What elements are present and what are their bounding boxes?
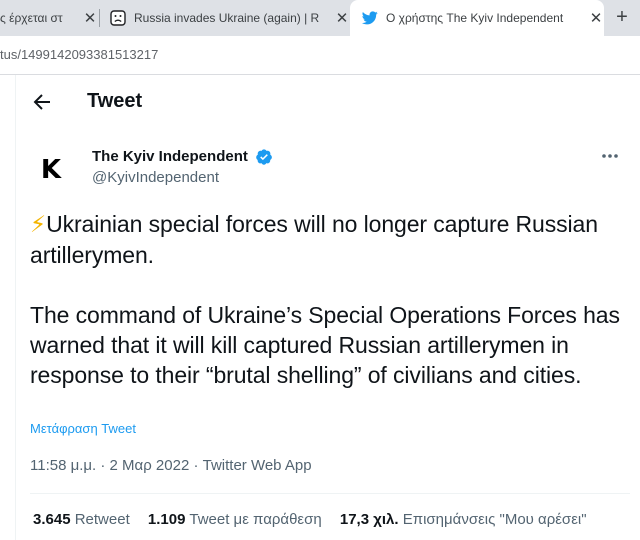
close-icon[interactable]: ✕ <box>334 9 350 27</box>
more-options-icon[interactable] <box>596 146 624 166</box>
tweet-text: ⚡Ukrainian special forces will no longer… <box>30 209 630 390</box>
likes-count: 17,3 χιλ. <box>339 511 399 528</box>
tweet-paragraph-2: The command of Ukraine’s Special Operati… <box>30 302 620 388</box>
retweets-stat[interactable]: 3.645 Retweet <box>33 511 130 528</box>
address-bar[interactable]: tus/1499142093381513217 <box>0 36 640 75</box>
close-icon[interactable]: ✕ <box>82 9 98 27</box>
close-icon[interactable]: ✕ <box>588 9 604 27</box>
page-title: Tweet <box>87 90 143 112</box>
likes-label: Επισημάνσεις "Μου αρέσει" <box>402 511 587 528</box>
browser-tab-strip: ς έρχεται στ ✕ Russia invades Ukraine (a… <box>0 0 640 36</box>
quote-tweets-stat[interactable]: 1.109 Tweet με παράθεση <box>148 511 322 528</box>
frown-face-icon <box>110 10 126 26</box>
author-name[interactable]: The Kyiv Independent <box>92 148 248 165</box>
avatar[interactable]: K <box>27 146 75 194</box>
column-border <box>15 75 16 540</box>
new-tab-button[interactable]: + <box>610 5 634 29</box>
browser-tab-2[interactable]: Russia invades Ukraine (again) | R ✕ <box>100 0 350 36</box>
twitter-bird-icon <box>362 10 378 26</box>
lightning-bolt-icon: ⚡ <box>30 212 47 238</box>
retweets-count: 3.645 <box>33 511 71 528</box>
tab-title: Ο χρήστης The Kyiv Independent <box>386 11 564 25</box>
tab-title: Russia invades Ukraine (again) | R <box>134 11 320 25</box>
author-handle[interactable]: @KyivIndependent <box>92 169 219 186</box>
translate-tweet-link[interactable]: Μετάφραση Tweet <box>30 421 136 436</box>
url-text[interactable]: tus/1499142093381513217 <box>0 44 158 66</box>
likes-stat[interactable]: 17,3 χιλ. Επισημάνσεις "Μου αρέσει" <box>340 511 587 528</box>
browser-tab-active[interactable]: Ο χρήστης The Kyiv Independent ✕ <box>350 0 604 36</box>
quotes-label: Tweet με παράθεση <box>189 511 322 528</box>
browser-tab-1[interactable]: ς έρχεται στ ✕ <box>0 0 98 36</box>
tweet-header: Tweet <box>16 82 636 126</box>
retweets-label: Retweet <box>74 511 130 528</box>
tweet-stats: 3.645 Retweet 1.109 Tweet με παράθεση 17… <box>33 511 601 528</box>
tweet-paragraph-1-text: Ukrainian special forces will no longer … <box>30 211 598 268</box>
back-arrow-icon[interactable] <box>30 90 54 114</box>
tab-title: ς έρχεται στ <box>0 11 63 25</box>
verified-badge-icon <box>255 148 273 166</box>
tweet-paragraph-1: ⚡Ukrainian special forces will no longer… <box>30 209 630 270</box>
quotes-count: 1.109 <box>147 511 186 528</box>
tweet-timestamp[interactable]: 11:58 μ.μ. · 2 Μαρ 2022 · Twitter Web Ap… <box>30 457 312 474</box>
divider <box>30 493 630 494</box>
